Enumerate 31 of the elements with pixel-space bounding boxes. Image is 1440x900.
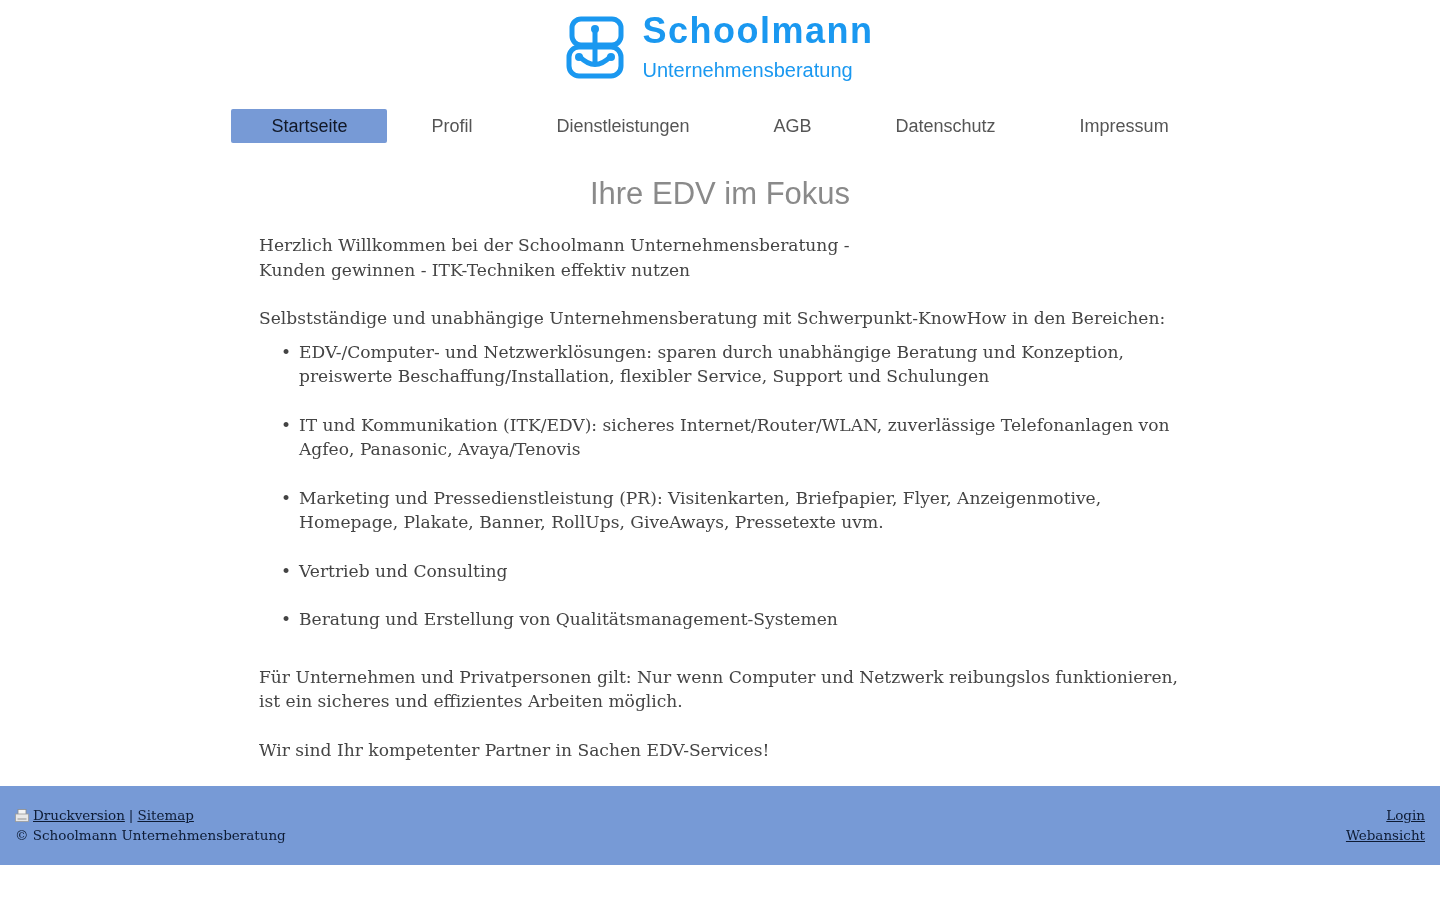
copyright-text: © Schoolmann Unternehmensberatung [15,826,286,845]
service-item: Marketing und Pressedienstleistung (PR): Visitenkarten, Briefpapier, Flyer, Anzeigenmotive, Homepage, Plakate, Banner, RollUps, GiveAways, Pressetexte uvm. [299,486,1103,534]
footer-link[interactable]: Login [1386,805,1425,825]
welcome-text: Herzlich Willkommen bei der Schoolmann Unternehmensberatung - Kunden gewinnen - ITK-Techniken effektiv nutzen [259,234,851,282]
list-bullet: • [280,340,291,364]
body-text: Wir sind Ihr kompetenter Partner in Sachen EDV-Services! [259,738,771,762]
page-heading: Ihre EDV im Fokus [588,176,852,212]
list-bullet: • [280,486,291,510]
nav-tab[interactable]: AGB [733,109,852,143]
body-text: Für Unternehmen und Privatpersonen gilt: Nur wenn Computer und Netzwerk reibungslos funktionieren, ist ein sicheres und effizientes Arbeiten möglich. [259,665,1179,713]
footer-link[interactable]: Webansicht [1345,825,1425,845]
link-separator: | [128,806,134,825]
logo-icon [566,15,625,79]
footer-link[interactable]: Druckversion [33,805,125,825]
nav-tab[interactable]: Impressum [1039,109,1209,143]
service-item: Vertrieb und Consulting [299,559,509,583]
nav-tab[interactable]: Profil [391,109,513,143]
intro-text: Selbstständige und unabhängige Unternehmensberatung mit Schwerpunkt-KnowHow in den Bereichen: [259,307,1167,330]
printer-icon[interactable] [15,808,29,822]
nav-tab[interactable]: Datenschutz [855,109,1036,143]
brand-name: Schoolmann [642,12,874,50]
service-item: EDV-/Computer- und Netzwerklösungen: sparen durch unabhängige Beratung und Konzeption, preiswerte Beschaffung/Installation, flexibler Service, Support und Schulungen [299,340,1125,388]
service-item: Beratung und Erstellung von Qualitätsmanagement-Systemen [299,608,839,631]
brand-tagline: Unternehmensberatung [642,58,854,82]
list-bullet: • [280,413,291,437]
list-bullet: • [280,559,291,583]
service-item: IT und Kommunikation (ITK/EDV): sicheres Internet/Router/WLAN, zuverlässige Telefonanlagen von Agfeo, Panasonic, Avaya/Tenovis [299,413,1171,461]
list-bullet: • [280,608,291,631]
nav-tab[interactable]: Dienstleistungen [516,109,730,143]
footer-link[interactable]: Sitemap [137,805,194,825]
nav-tab[interactable]: Startseite [231,109,388,143]
